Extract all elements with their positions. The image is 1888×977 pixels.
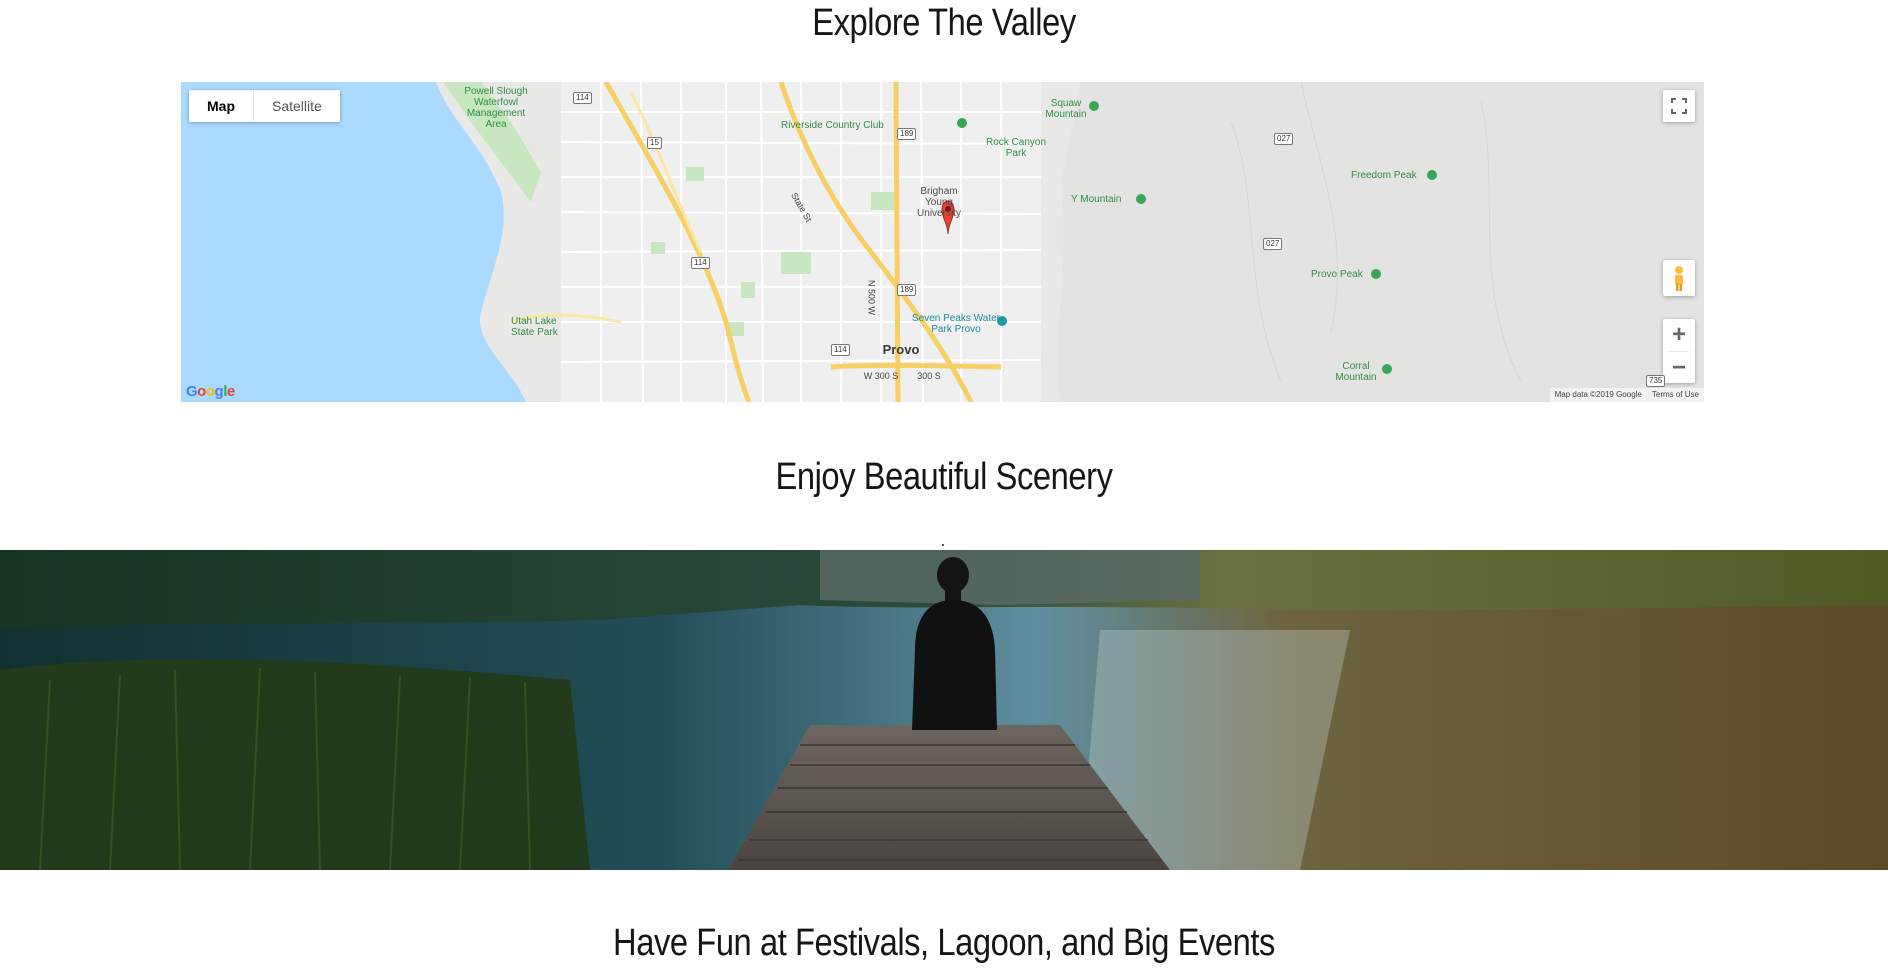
zoom-out-button[interactable]: − — [1663, 352, 1695, 383]
label-300s: 300 S — [917, 371, 941, 381]
route-shield: 189 — [897, 128, 917, 140]
label-freedom-peak: Freedom Peak — [1351, 170, 1417, 181]
decorative-dot — [942, 544, 944, 546]
minus-icon: − — [1671, 353, 1686, 381]
plus-icon: + — [1671, 321, 1686, 348]
label-byu: Brigham Young University — [917, 186, 961, 219]
label-rock-canyon: Rock Canyon Park — [985, 137, 1047, 159]
label-utah-lake: Utah Lake State Park — [511, 316, 558, 338]
map-type-satellite-button[interactable]: Satellite — [254, 90, 340, 122]
route-shield: 114 — [691, 257, 710, 269]
label-provo: Provo — [882, 342, 920, 357]
route-shield: 027 — [1263, 238, 1283, 250]
google-logo[interactable]: Google — [186, 383, 235, 400]
map-attribution-bar: Map data ©2019 Google Terms of Use — [1549, 388, 1704, 402]
route-shield: 027 — [1274, 133, 1294, 145]
map-attribution: Map data ©2019 Google — [1554, 390, 1642, 399]
pegman-icon — [1675, 266, 1683, 291]
route-shield: 114 — [573, 92, 592, 104]
explore-title: Explore The Valley — [812, 2, 1076, 44]
label-w300s: W 300 S — [863, 371, 899, 381]
scenery-title: Enjoy Beautiful Scenery — [775, 456, 1113, 498]
route-shield: 735 — [1646, 375, 1666, 387]
street-view-button[interactable] — [1663, 260, 1695, 296]
lake-dock-image — [0, 550, 1888, 870]
label-squaw-mountain: Squaw Mountain — [1045, 98, 1087, 120]
label-seven-peaks: Seven Peaks Water Park Provo — [911, 313, 1000, 335]
label-y-mountain: Y Mountain — [1071, 194, 1122, 205]
label-corral-mountain: Corral Mountain — [1335, 361, 1377, 383]
terms-of-use-link[interactable]: Terms of Use — [1652, 388, 1699, 402]
label-provo-peak: Provo Peak — [1311, 269, 1363, 280]
route-shield: 189 — [897, 284, 917, 296]
zoom-control: + − — [1663, 319, 1695, 383]
zoom-in-button[interactable]: + — [1663, 319, 1695, 351]
label-riverside: Riverside Country Club — [781, 120, 884, 131]
label-powell-slough: Powell Slough Waterfowl Management Area — [464, 86, 528, 130]
fullscreen-icon — [1671, 98, 1687, 114]
route-shield: 114 — [831, 344, 850, 356]
route-shield: 15 — [647, 137, 662, 149]
fun-title: Have Fun at Festivals, Lagoon, and Big E… — [613, 922, 1275, 964]
map-type-map-button[interactable]: Map — [189, 90, 254, 122]
fullscreen-button[interactable] — [1663, 90, 1695, 122]
map-embed[interactable]: Powell Slough Waterfowl Management Area … — [181, 82, 1704, 402]
label-n500w: N 500 W — [866, 279, 877, 315]
scenery-photo — [0, 550, 1888, 870]
map-type-control: Map Satellite — [189, 90, 340, 122]
